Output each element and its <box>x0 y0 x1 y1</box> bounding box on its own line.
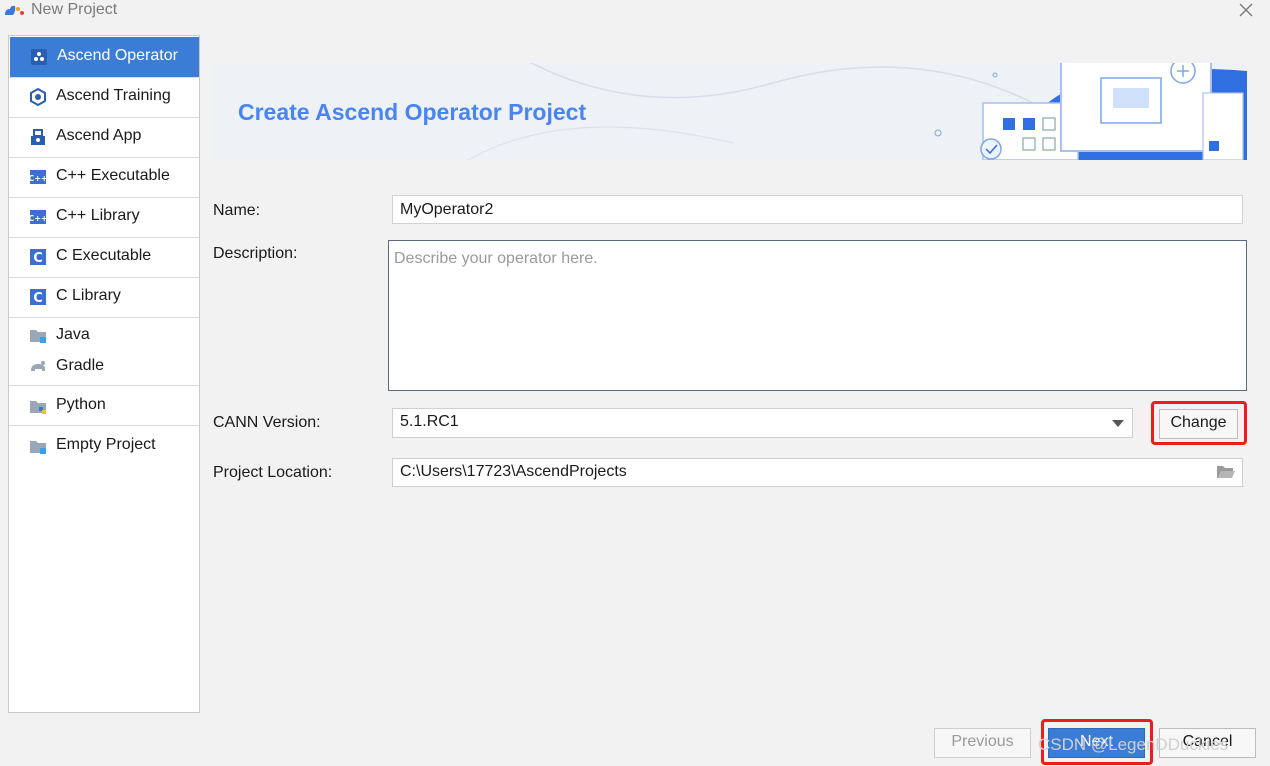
ascend-app-icon <box>31 129 45 145</box>
cann-version-select[interactable]: 5.1.RC1 <box>392 408 1133 438</box>
gradle-icon <box>31 361 45 371</box>
sidebar-item-ascend-training[interactable]: Ascend Training <box>9 77 199 117</box>
sidebar-item-label: C Library <box>56 287 121 304</box>
folder-open-icon[interactable] <box>1216 464 1236 480</box>
cpp-icon: C++ <box>29 210 47 224</box>
sidebar-item-empty-project[interactable]: Empty Project <box>9 426 199 466</box>
sidebar-item-gradle[interactable]: Gradle <box>9 349 199 385</box>
sidebar-item-label: Ascend Training <box>56 87 171 104</box>
sidebar-item-label: Python <box>56 396 106 413</box>
sidebar-item-cpp-library[interactable]: C++ C++ Library <box>9 197 199 237</box>
sidebar-item-c-library[interactable]: C C Library <box>9 277 199 317</box>
sidebar-item-c-executable[interactable]: C C Executable <box>9 237 199 277</box>
project-location-value: C:\Users\17723\AscendProjects <box>400 463 627 480</box>
description-placeholder: Describe your operator here. <box>394 250 598 267</box>
header-banner: Create Ascend Operator Project <box>213 63 1247 160</box>
svg-text:C: C <box>33 291 43 306</box>
cann-version-value: 5.1.RC1 <box>400 413 459 430</box>
description-field[interactable]: Describe your operator here. <box>388 240 1247 391</box>
ascend-operator-icon <box>31 49 47 65</box>
sidebar-item-python[interactable]: Python <box>9 386 199 426</box>
svg-text:C++: C++ <box>29 174 47 183</box>
highlight-box <box>1151 401 1247 445</box>
svg-text:C++: C++ <box>29 214 47 223</box>
project-location-label: Project Location: <box>213 464 333 481</box>
title-bar: New Project <box>0 0 1270 22</box>
app-logo-icon <box>5 5 24 15</box>
window-title: New Project <box>31 1 118 18</box>
sidebar-item-ascend-operator[interactable]: Ascend Operator <box>10 37 199 77</box>
sidebar-item-label: C Executable <box>56 247 152 264</box>
cann-version-label: CANN Version: <box>213 414 321 431</box>
sidebar-item-label: C++ Library <box>56 207 140 224</box>
sidebar-item-label: Java <box>56 326 90 343</box>
c-icon: C <box>30 289 46 306</box>
folder-icon <box>30 330 46 343</box>
ascend-training-icon <box>30 88 46 106</box>
sidebar-item-ascend-app[interactable]: Ascend App <box>9 117 199 157</box>
cpp-icon: C++ <box>29 170 47 184</box>
sidebar-item-label: Ascend App <box>56 127 142 144</box>
sidebar-item-label: Ascend Operator <box>57 47 178 64</box>
description-label: Description: <box>213 245 298 262</box>
project-location-field[interactable]: C:\Users\17723\AscendProjects <box>392 458 1243 487</box>
name-label: Name: <box>213 202 261 219</box>
chevron-down-icon <box>1112 420 1124 427</box>
sidebar-item-label: C++ Executable <box>56 167 170 184</box>
name-field[interactable] <box>392 195 1243 224</box>
sidebar-item-cpp-executable[interactable]: C++ C++ Executable <box>9 157 199 197</box>
sidebar-item-label: Empty Project <box>56 436 156 453</box>
watermark: CSDN @LegenDDuckies <box>1038 735 1229 754</box>
sidebar-item-label: Gradle <box>56 357 105 374</box>
folder-icon <box>30 441 46 454</box>
page-title: Create Ascend Operator Project <box>238 99 587 125</box>
c-icon: C <box>30 249 46 266</box>
python-folder-icon <box>30 401 46 414</box>
previous-button[interactable]: Previous <box>934 728 1031 758</box>
sidebar-item-java[interactable]: Java <box>9 318 199 349</box>
project-type-list: Ascend Operator Ascend Training Ascend A… <box>8 35 200 713</box>
close-icon[interactable] <box>1238 2 1254 18</box>
svg-text:C: C <box>33 251 43 266</box>
